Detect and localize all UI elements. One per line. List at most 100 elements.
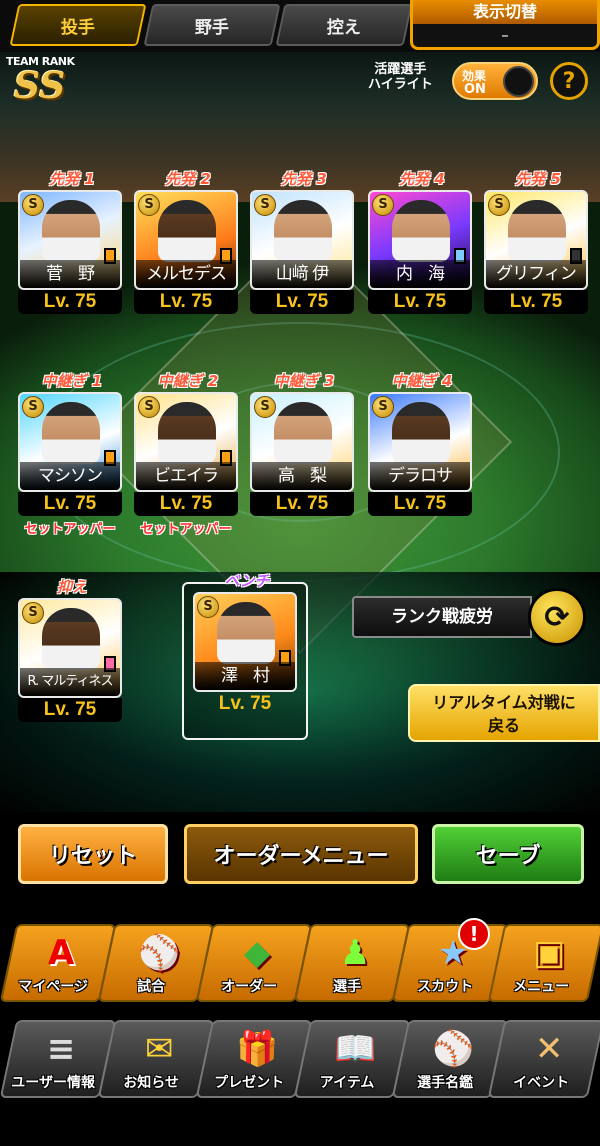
slot-role: 先発 4 [399, 170, 445, 188]
highlight-label-line2: ハイライト [368, 77, 433, 92]
menu-menu[interactable]: ▣ メニュー [487, 924, 600, 1002]
player-portrait [217, 602, 275, 664]
player-level: Lv. 75 [484, 290, 588, 314]
player-portrait [392, 402, 450, 464]
save-button[interactable]: セーブ [432, 824, 584, 884]
player-card[interactable]: S 菅 野 [18, 190, 122, 290]
player-portrait [274, 402, 332, 464]
tab-pitchers[interactable]: 投手 [9, 4, 147, 46]
player-card[interactable]: S 澤 村 [193, 592, 297, 692]
menu-label: メニュー [513, 979, 570, 995]
menu-present[interactable]: 🎁 プレゼント [195, 1020, 313, 1098]
help-button[interactable]: ? [550, 62, 588, 100]
menu-mypage[interactable]: A マイページ [0, 924, 117, 1002]
realtime-line2: 戻る [487, 716, 520, 735]
rank-badge-icon: S [197, 596, 219, 618]
menu-players[interactable]: ♟ 選手 [293, 924, 411, 1002]
player-card[interactable]: S マシソン [18, 392, 122, 492]
refresh-cycle-button[interactable]: ⟳ [528, 588, 586, 646]
player-role-tag: セットアッパー [24, 522, 116, 537]
player-name: メルセデス [136, 260, 236, 288]
player-portrait [42, 402, 100, 464]
field-icon: ◆ [244, 933, 271, 973]
tab-fielders[interactable]: 野手 [143, 4, 281, 46]
slot-role: 先発 3 [281, 170, 327, 188]
rank-badge-icon: S [372, 194, 394, 216]
menu-label: プレゼント [214, 1075, 285, 1091]
menu-label: スカウト [417, 979, 474, 995]
player-card[interactable]: S メルセデス [134, 190, 238, 290]
player-level: Lv. 75 [134, 492, 238, 516]
player-name: マシソン [20, 462, 120, 490]
mypage-icon: A [47, 933, 75, 973]
highlight-label: 活躍選手 ハイライト [368, 62, 433, 92]
menu-match[interactable]: ⚾ 試合 [97, 924, 215, 1002]
player-name: 山﨑 伊 [252, 260, 352, 288]
display-switch-button[interactable]: 表示切替 – [410, 0, 600, 50]
slot-role: 先発 5 [515, 170, 561, 188]
player-name: 高 梨 [252, 462, 352, 490]
toggle-knob [503, 66, 534, 97]
player-icon: ♟ [339, 933, 371, 973]
player-level: Lv. 75 [218, 693, 272, 714]
player-card[interactable]: S 内 海 [368, 190, 472, 290]
order-menu-button[interactable]: オーダーメニュー [184, 824, 418, 884]
menu-event[interactable]: ✕ イベント [487, 1020, 600, 1098]
player-level: Lv. 75 [368, 290, 472, 314]
menu-label: ユーザー情報 [11, 1075, 95, 1091]
tab-reserves[interactable]: 控え [275, 4, 413, 46]
menu-label: オーダー [221, 979, 278, 995]
player-card[interactable]: S 高 梨 [250, 392, 354, 492]
menu-user-info[interactable]: ≡ ユーザー情報 [0, 1020, 117, 1098]
player-level: Lv. 75 [250, 492, 354, 516]
present-icon: 🎁 [235, 1029, 279, 1069]
player-role-tag: セットアッパー [140, 522, 232, 537]
player-card[interactable]: S R. マルティネス [18, 598, 122, 698]
menu-order[interactable]: ◆ オーダー [195, 924, 313, 1002]
rank-badge-icon: S [372, 396, 394, 418]
menu-label: お知らせ [123, 1075, 179, 1091]
player-portrait [274, 200, 332, 262]
player-portrait [42, 608, 100, 670]
highlight-effect-toggle[interactable]: 効果 ON [452, 62, 538, 100]
rank-badge-icon: S [254, 396, 276, 418]
encyclopedia-icon: ⚾ [431, 1029, 475, 1069]
reset-button[interactable]: リセット [18, 824, 168, 884]
player-level: Lv. 75 [368, 492, 472, 516]
secondary-menu: ≡ ユーザー情報 ✉ お知らせ 🎁 プレゼント 📖 アイテム ⚾ 選手名鑑 ✕ … [0, 1020, 600, 1106]
menu-label: 試合 [137, 979, 166, 995]
player-level: Lv. 75 [18, 290, 122, 314]
menu-label: 選手 [333, 979, 362, 995]
top-tab-bar: 投手 野手 控え 表示切替 – [0, 0, 600, 52]
player-card[interactable]: S ビエイラ [134, 392, 238, 492]
player-level: Lv. 75 [18, 492, 122, 516]
player-name: グリフィン [486, 260, 586, 288]
menu-news[interactable]: ✉ お知らせ [97, 1020, 215, 1098]
player-portrait [42, 200, 100, 262]
player-card[interactable]: S デラロサ [368, 392, 472, 492]
rank-badge-icon: S [138, 194, 160, 216]
player-name: 澤 村 [195, 662, 295, 690]
slot-role: 先発 1 [49, 170, 95, 188]
player-name: 菅 野 [20, 260, 120, 288]
player-level: Lv. 75 [18, 698, 122, 722]
player-level: Lv. 75 [134, 290, 238, 314]
scout-notification-badge: ! [458, 918, 490, 950]
player-card[interactable]: S グリフィン [484, 190, 588, 290]
menu-label: アイテム [319, 1075, 375, 1091]
menu-items[interactable]: 📖 アイテム [293, 1020, 411, 1098]
player-portrait [158, 200, 216, 262]
primary-menu: A マイページ ⚾ 試合 ◆ オーダー ♟ 選手 ★ スカウト ▣ メニュー [0, 924, 600, 1010]
realtime-line1: リアルタイム対戦に [432, 693, 576, 712]
slot-role: 中継ぎ 1 [41, 372, 103, 390]
display-switch-value: – [501, 26, 509, 44]
slot-role: 先発 2 [165, 170, 211, 188]
event-bats-icon: ✕ [534, 1029, 564, 1069]
player-card[interactable]: S 山﨑 伊 [250, 190, 354, 290]
rank-badge-icon: S [138, 396, 160, 418]
slot-role: 抑え [56, 578, 87, 596]
return-realtime-battle-button[interactable]: リアルタイム対戦に 戻る [408, 684, 600, 742]
player-name: ビエイラ [136, 462, 236, 490]
item-book-icon: 📖 [333, 1029, 377, 1069]
player-name: R. マルティネス [20, 668, 120, 696]
